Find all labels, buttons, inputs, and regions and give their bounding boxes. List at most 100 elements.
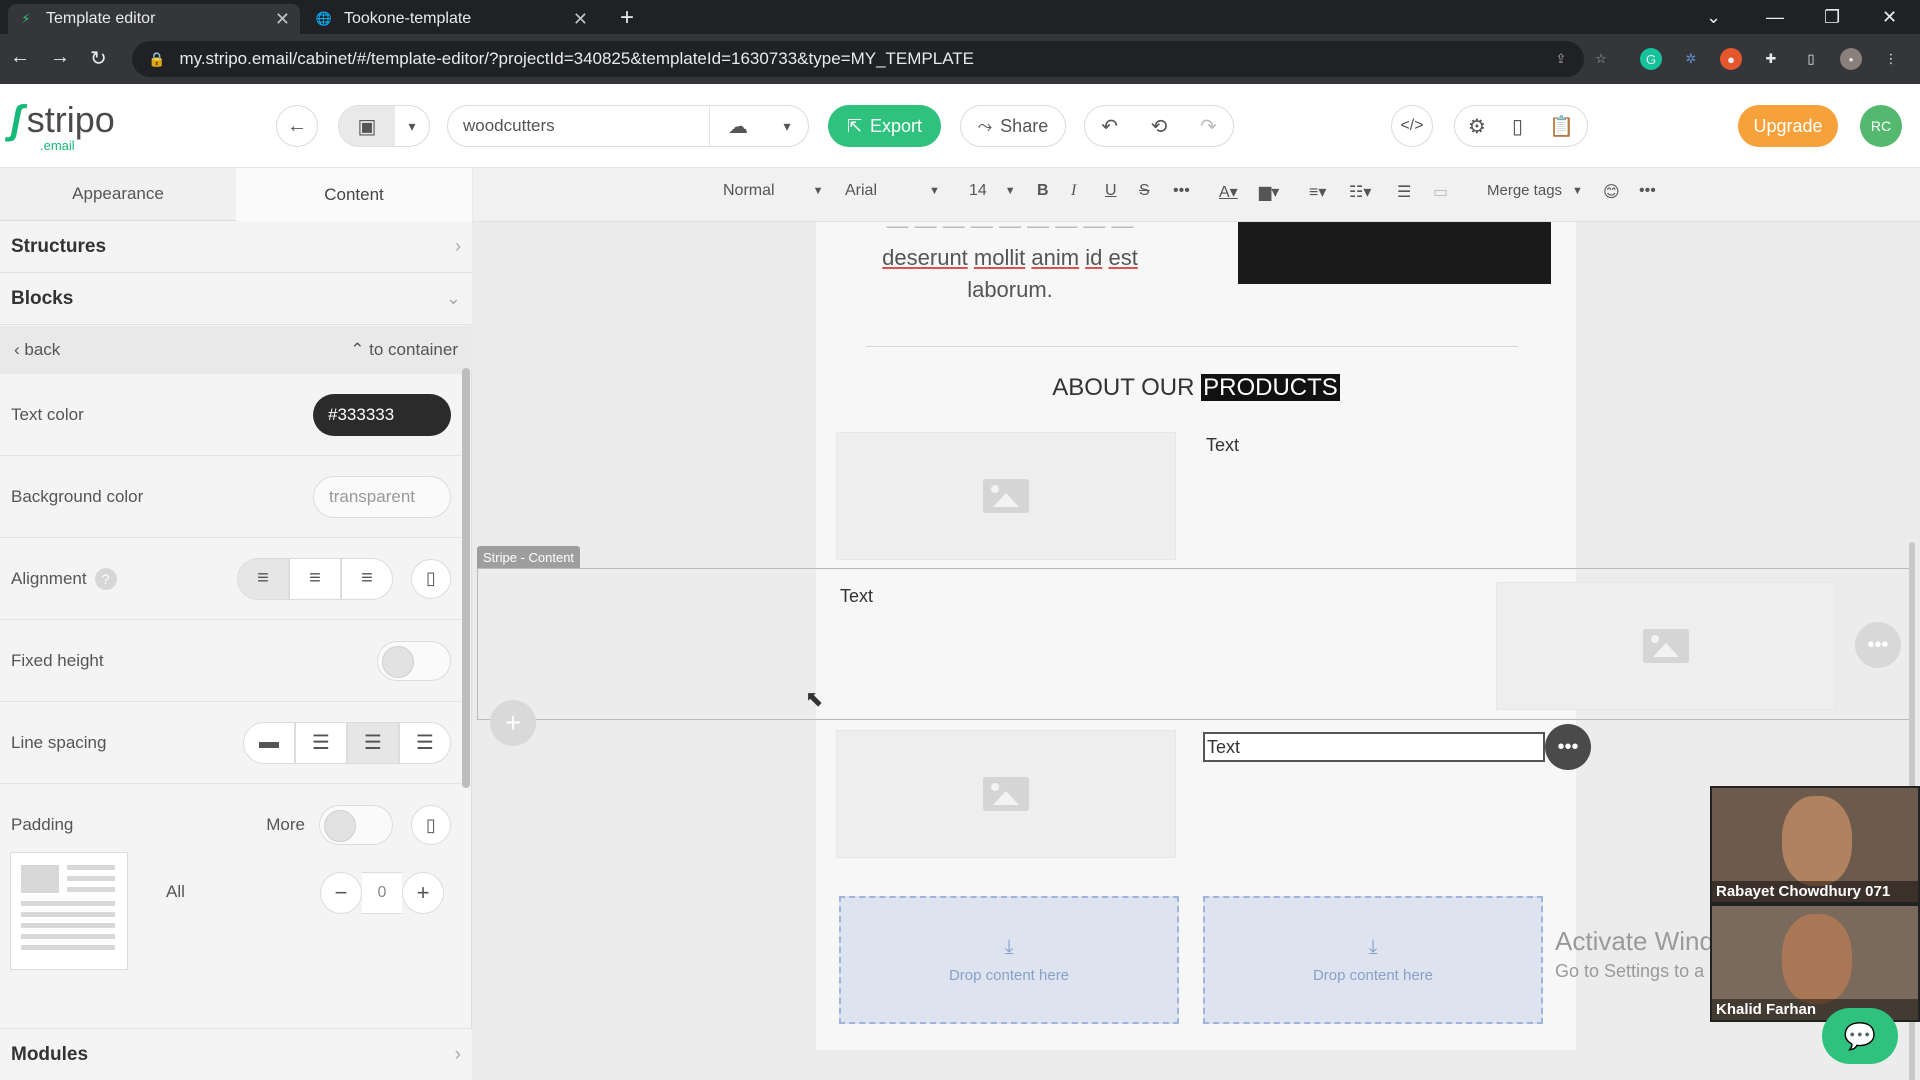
image-placeholder[interactable] [1496,582,1836,710]
share-button[interactable]: ⤳ Share [960,105,1066,147]
align-right-button[interactable]: ≡ [341,557,393,600]
tab-appearance[interactable]: Appearance [0,168,236,221]
gear-icon[interactable]: ⚙ [1468,114,1486,139]
cloud-upload-icon[interactable]: ☁ [710,114,766,139]
url-field[interactable]: 🔒 my.stripo.email/cabinet/#/template-edi… [132,41,1584,77]
layout-panel-icon[interactable]: ▣ [339,106,395,146]
link-icon[interactable]: ▭ [1433,182,1448,202]
underline-icon[interactable]: U [1105,182,1117,200]
test-clipboard-icon[interactable]: 📋 [1549,114,1574,139]
bold-icon[interactable]: B [1037,182,1049,200]
text-block[interactable]: Text [1206,435,1239,456]
padding-more-toggle[interactable] [319,805,393,845]
code-editor-button[interactable]: </> [1391,105,1433,147]
bookmark-star-icon[interactable]: ☆ [1590,48,1612,70]
line-spacing-relaxed-button[interactable]: ☰ [347,721,399,764]
browser-tab-tookone-template[interactable]: 🌐 Tookone-template ✕ [306,4,598,34]
align-icon[interactable]: ≡▾ [1309,182,1326,202]
profile-avatar-icon[interactable]: • [1840,48,1862,70]
image-placeholder[interactable] [836,432,1176,560]
undo-icon[interactable]: ↶ [1101,114,1118,139]
text-block[interactable]: Text [840,586,873,607]
side-panel-icon[interactable]: ▯ [1800,48,1822,70]
line-spacing-loose-button[interactable]: ☰ [399,721,451,764]
stripo-logo[interactable]: ʃ stripo .email [10,100,115,154]
padding-value-input[interactable]: 0 [362,872,402,914]
extension-icon[interactable]: ✲ [1680,48,1702,70]
template-name-input[interactable]: woodcutters [448,106,710,146]
stripe-more-actions-button[interactable]: ••• [1855,622,1901,668]
drop-zone[interactable]: ⤓ Drop content here [839,896,1179,1024]
close-tab-icon[interactable]: ✕ [573,9,588,30]
more-options-icon[interactable]: ••• [1639,182,1656,200]
add-stripe-button[interactable]: + [490,700,536,746]
upgrade-button[interactable]: Upgrade [1738,105,1838,147]
share-page-icon[interactable]: ⇪ [1550,48,1572,70]
background-color-picker[interactable]: transparent [313,475,451,518]
format-select[interactable]: Normal ▼ [723,182,823,200]
active-text-block[interactable]: Text [1203,732,1545,762]
reload-icon[interactable]: ↻ [90,46,107,71]
back-arrow-icon[interactable]: ← [10,46,30,69]
structures-section[interactable]: Structures › [0,221,472,273]
font-select[interactable]: Arial ▼ [845,182,940,200]
browser-menu-icon[interactable]: ⋮ [1880,48,1902,70]
image-placeholder[interactable] [836,730,1176,858]
divider[interactable] [866,346,1518,347]
dark-image-block[interactable] [1238,222,1551,284]
grammarly-icon[interactable]: G [1640,48,1662,70]
new-tab-icon[interactable]: + [620,4,634,32]
increment-button[interactable]: + [402,872,444,914]
font-size-select[interactable]: 14 ▼ [969,182,1016,200]
line-spacing-normal-button[interactable]: ☰ [295,721,347,764]
about-products-heading[interactable]: ABOUT OUR PRODUCTS [816,374,1576,402]
minimize-icon[interactable]: — [1766,0,1784,34]
tab-content[interactable]: Content [236,168,472,221]
preview-device-icon[interactable]: ▯ [1512,114,1523,139]
blocks-section[interactable]: Blocks ⌄ [0,273,472,325]
export-button[interactable]: ⇱ Export [828,105,941,147]
emoji-icon[interactable]: 😊 [1603,182,1620,202]
strikethrough-icon[interactable]: S [1139,182,1150,200]
italic-icon[interactable]: I [1071,182,1076,200]
video-tile-participant-2[interactable]: Khalid Farhan [1710,904,1920,1022]
stripe-label[interactable]: Stripe - Content [477,546,581,568]
support-chat-icon[interactable]: 💬 [1822,1008,1898,1064]
redo-icon[interactable]: ↷ [1200,114,1217,139]
intro-paragraph[interactable]: — — — — — — — — — deserunt mollit anim i… [850,222,1170,306]
line-height-icon[interactable]: ☰ [1397,182,1411,202]
back-to-list-button[interactable]: ← [276,105,318,147]
user-avatar[interactable]: RC [1860,105,1902,147]
merge-tags-select[interactable]: Merge tags ▼ [1487,182,1583,199]
help-icon[interactable]: ? [94,567,117,590]
align-left-button[interactable]: ≡ [237,557,289,600]
highlight-color-icon[interactable]: ▆▾ [1259,182,1279,202]
tab-search-icon[interactable]: ⌄ [1706,0,1721,34]
list-icon[interactable]: ☷▾ [1349,182,1371,202]
align-center-button[interactable]: ≡ [289,557,341,600]
to-container-link[interactable]: ⌃ to container [350,340,458,360]
chevron-down-icon[interactable]: ▾ [395,118,429,135]
browser-tab-template-editor[interactable]: ⚡ Template editor ✕ [8,4,300,34]
close-window-icon[interactable]: ✕ [1882,0,1897,34]
mobile-device-icon[interactable]: ▯ [411,805,451,845]
forward-arrow-icon[interactable]: → [50,46,70,69]
extensions-puzzle-icon[interactable]: ✚ [1760,48,1782,70]
line-spacing-tight-button[interactable]: ▬ [243,721,295,764]
fixed-height-toggle[interactable] [377,640,451,681]
history-icon[interactable]: ⟲ [1151,114,1168,139]
modules-section[interactable]: Modules › [0,1028,472,1080]
extension-fox-icon[interactable]: ● [1720,48,1742,70]
text-color-picker[interactable]: #333333 [313,393,451,436]
block-more-actions-button[interactable]: ••• [1545,724,1591,770]
close-tab-icon[interactable]: ✕ [275,9,290,30]
chevron-down-icon[interactable]: ▾ [766,118,808,135]
more-formatting-icon[interactable]: ••• [1173,182,1190,200]
mobile-device-icon[interactable]: ▯ [411,558,451,599]
restore-icon[interactable]: ❐ [1824,0,1840,34]
text-color-icon[interactable]: A▾ [1219,182,1238,202]
video-tile-participant-1[interactable]: Rabayet Chowdhury 071 [1710,786,1920,904]
drop-zone[interactable]: ⤓ Drop content here [1203,896,1543,1024]
back-link[interactable]: ‹ back [14,340,60,360]
decrement-button[interactable]: − [320,872,362,914]
